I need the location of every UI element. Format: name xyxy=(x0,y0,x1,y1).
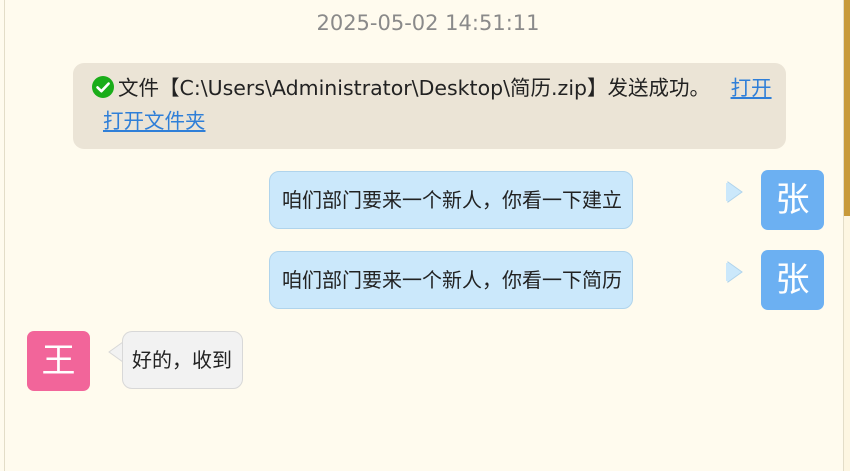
avatar[interactable]: 张 xyxy=(761,250,824,310)
message-timestamp: 2025-05-02 14:51:11 xyxy=(316,11,540,35)
notice-text: 文件【C:\Users\Administrator\Desktop\简历.zip… xyxy=(118,76,711,100)
message-row: 王 好的，收到 xyxy=(5,330,845,391)
open-folder-link[interactable]: 打开文件夹 xyxy=(103,109,206,133)
bubble-tail xyxy=(726,181,743,203)
message-row: 咱们部门要来一个新人，你看一下简历 张 xyxy=(5,250,845,310)
message-text: 好的，收到 xyxy=(132,348,232,372)
side-panel-edge xyxy=(844,0,850,471)
message-text: 咱们部门要来一个新人，你看一下建立 xyxy=(282,188,622,212)
avatar[interactable]: 张 xyxy=(761,170,824,230)
bubble-tail xyxy=(726,261,743,283)
message-bubble-incoming[interactable]: 好的，收到 xyxy=(122,331,243,389)
message-text: 咱们部门要来一个新人，你看一下简历 xyxy=(282,268,622,292)
check-circle-icon xyxy=(92,76,114,98)
message-bubble-outgoing[interactable]: 咱们部门要来一个新人，你看一下建立 xyxy=(269,171,633,229)
message-bubble-outgoing[interactable]: 咱们部门要来一个新人，你看一下简历 xyxy=(269,251,633,309)
message-row: 咱们部门要来一个新人，你看一下建立 张 xyxy=(5,170,845,230)
bubble-tail xyxy=(108,341,125,363)
side-panel-accent xyxy=(844,0,850,216)
avatar[interactable]: 王 xyxy=(27,331,90,391)
file-sent-notice: 文件【C:\Users\Administrator\Desktop\简历.zip… xyxy=(73,63,786,149)
open-file-link[interactable]: 打开 xyxy=(731,76,772,100)
chat-history-pane[interactable]: 2025-05-02 14:51:11 文件【C:\Users\Administ… xyxy=(4,0,844,471)
